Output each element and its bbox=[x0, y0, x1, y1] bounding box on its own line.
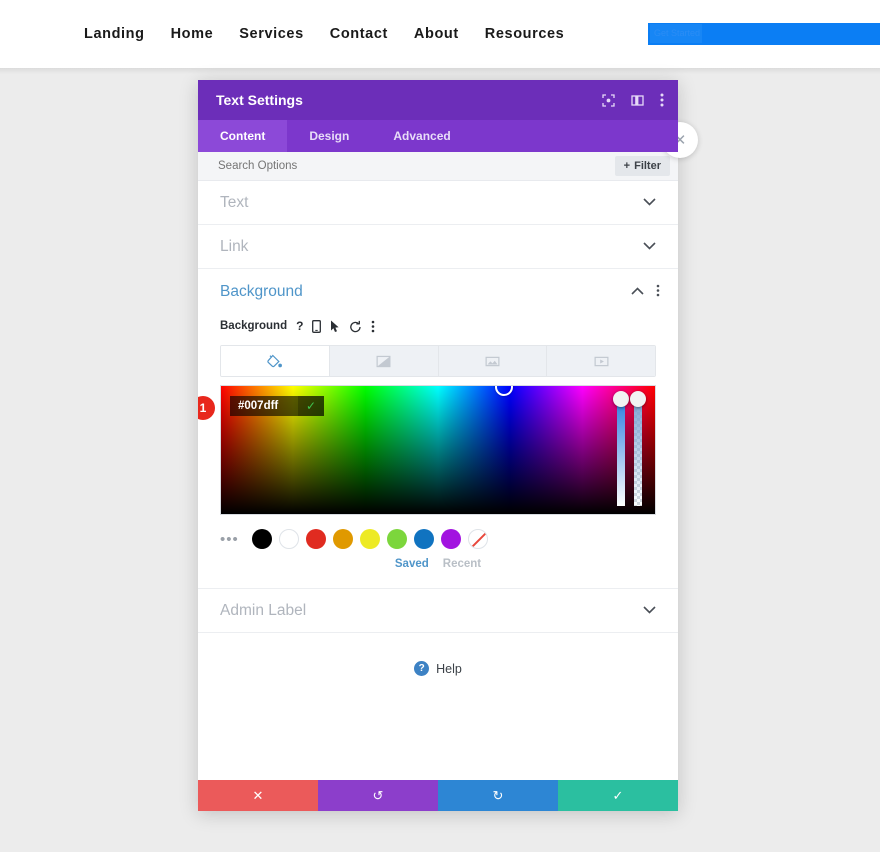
section-admin-label[interactable]: Admin Label bbox=[198, 589, 678, 633]
layout-icon[interactable] bbox=[631, 94, 644, 107]
section-background-header[interactable]: Background bbox=[198, 269, 678, 315]
palette-tab-saved[interactable]: Saved bbox=[395, 558, 429, 570]
site-header: Landing Home Services Contact About Reso… bbox=[0, 0, 880, 68]
alpha-slider-track bbox=[634, 400, 642, 506]
tab-advanced[interactable]: Advanced bbox=[371, 120, 472, 152]
swatch-blue[interactable] bbox=[414, 529, 434, 549]
modal-tab-bar: Content Design Advanced bbox=[198, 120, 678, 152]
swatch-transparent[interactable] bbox=[468, 529, 488, 549]
nav-link-resources[interactable]: Resources bbox=[485, 26, 565, 42]
section-link[interactable]: Link bbox=[198, 225, 678, 269]
nav-link-home[interactable]: Home bbox=[171, 26, 214, 42]
color-picker-cursor[interactable] bbox=[495, 385, 513, 396]
header-cta-label[interactable]: Get Started bbox=[650, 24, 702, 43]
filter-button-label: Filter bbox=[634, 160, 661, 172]
chevron-up-icon[interactable] bbox=[631, 286, 644, 298]
background-field-label-row: Background ? bbox=[198, 315, 678, 337]
cancel-button[interactable]: ✕ bbox=[198, 780, 318, 811]
settings-scroll-area: Text Link Background bbox=[198, 181, 678, 780]
titlebar-icon-group bbox=[602, 93, 664, 107]
text-settings-modal: ✕ Text Settings Cont bbox=[198, 80, 678, 811]
color-slider-group bbox=[616, 392, 643, 512]
cursor-icon[interactable] bbox=[330, 320, 340, 333]
section-text-label: Text bbox=[220, 194, 248, 212]
nav-link-contact[interactable]: Contact bbox=[330, 26, 388, 42]
tab-content[interactable]: Content bbox=[198, 120, 287, 152]
background-gradient-tab[interactable] bbox=[330, 346, 439, 376]
nav-link-services[interactable]: Services bbox=[239, 26, 303, 42]
palette-tab-recent[interactable]: Recent bbox=[443, 558, 481, 570]
background-image-tab[interactable] bbox=[439, 346, 548, 376]
swatch-purple[interactable] bbox=[441, 529, 461, 549]
chevron-down-icon bbox=[643, 605, 656, 617]
swatch-red[interactable] bbox=[306, 529, 326, 549]
undo-button[interactable]: ↺ bbox=[318, 780, 438, 811]
section-text[interactable]: Text bbox=[198, 181, 678, 225]
color-picker: 1 #007dff ✓ bbox=[220, 385, 656, 515]
help-label: Help bbox=[436, 662, 462, 676]
search-row: + Filter bbox=[198, 152, 678, 181]
confirm-color-button[interactable]: ✓ bbox=[298, 396, 324, 416]
filter-button[interactable]: + Filter bbox=[615, 156, 670, 176]
more-icon[interactable] bbox=[371, 320, 375, 333]
help-link[interactable]: ? Help bbox=[198, 633, 678, 704]
help-circle-icon: ? bbox=[414, 661, 429, 676]
palette-tab-row: Saved Recent bbox=[198, 549, 678, 582]
hex-input[interactable]: #007dff bbox=[230, 396, 298, 416]
save-button[interactable]: ✓ bbox=[558, 780, 678, 811]
section-background: Background Background ? bbox=[198, 269, 678, 589]
redo-button[interactable]: ↻ bbox=[438, 780, 558, 811]
section-link-label: Link bbox=[220, 238, 248, 256]
section-header-icons bbox=[631, 284, 660, 300]
reset-icon[interactable] bbox=[349, 320, 362, 333]
plus-icon: + bbox=[624, 160, 630, 172]
step-badge-1: 1 bbox=[198, 396, 215, 420]
tab-design[interactable]: Design bbox=[287, 120, 371, 152]
background-field-label: Background bbox=[220, 320, 287, 332]
alpha-slider[interactable] bbox=[633, 392, 643, 512]
more-options-icon[interactable] bbox=[656, 284, 660, 300]
header-cta-bar[interactable]: Get Started bbox=[648, 23, 880, 45]
help-icon[interactable]: ? bbox=[296, 319, 303, 333]
background-video-tab[interactable] bbox=[547, 346, 655, 376]
color-swatch-row: ••• bbox=[198, 515, 678, 549]
swatch-white[interactable] bbox=[279, 529, 299, 549]
chevron-down-icon bbox=[643, 197, 656, 209]
swatch-yellow[interactable] bbox=[360, 529, 380, 549]
more-options-icon[interactable] bbox=[660, 93, 664, 107]
search-input[interactable] bbox=[218, 160, 615, 172]
swatch-green[interactable] bbox=[387, 529, 407, 549]
modal-footer: ✕ ↺ ↻ ✓ bbox=[198, 780, 678, 811]
hex-input-group: #007dff ✓ bbox=[230, 396, 324, 416]
site-navigation: Landing Home Services Contact About Reso… bbox=[84, 26, 564, 42]
page-title: Text Settings bbox=[216, 92, 303, 108]
lightness-slider-handle[interactable] bbox=[613, 391, 629, 407]
fullscreen-icon[interactable] bbox=[602, 94, 615, 107]
lightness-slider-track bbox=[617, 400, 625, 506]
nav-link-landing[interactable]: Landing bbox=[84, 26, 145, 42]
modal-titlebar: Text Settings bbox=[198, 80, 678, 120]
background-color-tab[interactable] bbox=[221, 346, 330, 376]
background-type-tabs bbox=[220, 345, 656, 377]
color-picker-saturation-area[interactable]: #007dff ✓ bbox=[220, 385, 656, 515]
mobile-icon[interactable] bbox=[312, 320, 321, 333]
section-background-label: Background bbox=[220, 283, 303, 301]
chevron-down-icon bbox=[643, 241, 656, 253]
swatch-orange[interactable] bbox=[333, 529, 353, 549]
nav-link-about[interactable]: About bbox=[414, 26, 459, 42]
alpha-slider-handle[interactable] bbox=[630, 391, 646, 407]
more-swatches-icon[interactable]: ••• bbox=[220, 531, 239, 548]
section-admin-label-text: Admin Label bbox=[220, 602, 306, 620]
swatch-black[interactable] bbox=[252, 529, 272, 549]
lightness-slider[interactable] bbox=[616, 392, 626, 512]
